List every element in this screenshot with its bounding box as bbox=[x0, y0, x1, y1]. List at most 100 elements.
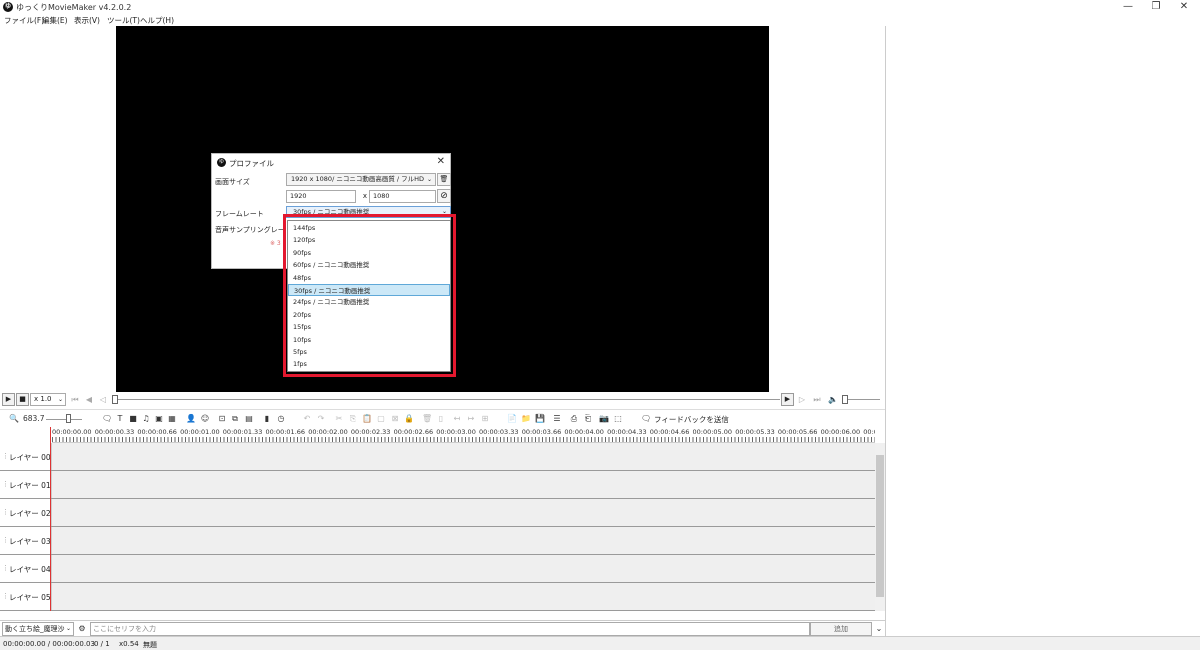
scrollbar-thumb[interactable] bbox=[876, 455, 884, 597]
sampling-rate-label: 音声サンプリングレート bbox=[215, 226, 292, 234]
character-select[interactable]: 動く立ち絵_魔理沙 ⌄ bbox=[2, 622, 74, 636]
layer-header[interactable]: ⋮ レイヤー 05 bbox=[0, 583, 52, 610]
menu-file[interactable]: ファイル(F) bbox=[4, 15, 44, 26]
timeline-ruler[interactable]: 00:00:00.00 00:00:00.33 00:00:00.66 00:0… bbox=[52, 427, 875, 443]
drag-handle-icon[interactable]: ⋮ bbox=[2, 536, 9, 544]
align-icon[interactable]: ▯ bbox=[436, 413, 446, 424]
settings-sliders-icon[interactable]: ☰ bbox=[552, 413, 562, 424]
export-icon[interactable]: ⎙ bbox=[569, 413, 579, 424]
close-icon[interactable]: ✕ bbox=[437, 156, 445, 167]
delete-profile-button[interactable]: 🗑 bbox=[437, 173, 451, 186]
group-icon[interactable]: ⊡ bbox=[217, 413, 227, 424]
speed-select[interactable]: x 1.0 ⌄ bbox=[30, 393, 66, 406]
menu-edit[interactable]: 編集(E) bbox=[42, 15, 68, 26]
minimize-button[interactable]: — bbox=[1114, 0, 1142, 14]
next-frame-button[interactable]: ▶ bbox=[781, 393, 794, 406]
layer-track[interactable] bbox=[52, 555, 875, 582]
new-file-icon[interactable]: 📄 bbox=[507, 413, 517, 424]
tick-label: 00:00:02.00 bbox=[308, 428, 348, 436]
clip-icon[interactable]: ▮ bbox=[262, 413, 272, 424]
add-button[interactable]: 追加 bbox=[810, 622, 872, 636]
volume-thumb[interactable] bbox=[842, 395, 848, 404]
play-button[interactable]: ▶ bbox=[2, 393, 15, 406]
redo-icon[interactable]: ↷ bbox=[316, 413, 326, 424]
clock-icon[interactable]: ◷ bbox=[276, 413, 286, 424]
layer-row: ⋮ レイヤー 00 bbox=[0, 443, 875, 471]
skip-end-icon[interactable]: ⏭ bbox=[812, 394, 822, 405]
menu-view[interactable]: 表示(V) bbox=[74, 15, 100, 26]
shape-icon[interactable]: ▦ bbox=[167, 413, 177, 424]
seek-bar[interactable] bbox=[112, 399, 780, 400]
face-icon[interactable]: ☺ bbox=[200, 413, 210, 424]
step-back-icon[interactable]: ◁ bbox=[98, 394, 108, 405]
copy-icon[interactable]: ⎘ bbox=[348, 413, 358, 424]
zoom-slider[interactable] bbox=[46, 419, 82, 420]
prev-frame-icon[interactable]: ◀ bbox=[84, 394, 94, 405]
layer-header[interactable]: ⋮ レイヤー 04 bbox=[0, 555, 52, 582]
width-input[interactable]: 1920 bbox=[286, 190, 356, 203]
lock-icon[interactable]: 🔒 bbox=[404, 413, 414, 424]
undo-icon[interactable]: ↶ bbox=[302, 413, 312, 424]
chevron-down-icon[interactable]: ⌄ bbox=[874, 623, 884, 634]
menu-tools[interactable]: ツール(T) bbox=[107, 15, 140, 26]
playhead[interactable] bbox=[50, 427, 51, 611]
copy-layer-icon[interactable]: ⧉ bbox=[230, 413, 240, 424]
playback-controls: ▶ ■ x 1.0 ⌄ ⏮ ◀ ◁ ▶ ▷ ⏭ 🔈 bbox=[0, 392, 885, 407]
drag-handle-icon[interactable]: ⋮ bbox=[2, 592, 9, 600]
close-window-button[interactable]: ✕ bbox=[1170, 0, 1198, 14]
layer-track[interactable] bbox=[52, 527, 875, 554]
app-logo-icon: ゆ bbox=[217, 158, 226, 167]
cut-icon[interactable]: ✂ bbox=[334, 413, 344, 424]
menu-help[interactable]: ヘルプ(H) bbox=[140, 15, 174, 26]
voice-settings-icon[interactable]: ⚙ bbox=[77, 623, 87, 634]
snapshot-icon[interactable]: ⬚ bbox=[613, 413, 623, 424]
serif-input[interactable]: ここにセリフを入力 bbox=[90, 622, 810, 636]
screen-size-select[interactable]: 1920 x 1080/ ニコニコ動画高画質 / フルHD ⌄ bbox=[286, 173, 436, 186]
skip-start-icon[interactable]: ⏮ bbox=[70, 394, 80, 405]
layer-track[interactable] bbox=[52, 583, 875, 610]
save-icon[interactable]: 💾 bbox=[535, 413, 545, 424]
layer-header[interactable]: ⋮ レイヤー 03 bbox=[0, 527, 52, 554]
camera-icon[interactable]: 📷 bbox=[599, 413, 609, 424]
tick-label: 00:00:01.33 bbox=[222, 428, 263, 436]
layer-track[interactable] bbox=[52, 471, 875, 498]
seek-thumb[interactable] bbox=[112, 395, 118, 404]
delete-icon[interactable]: 🗑 bbox=[422, 413, 432, 424]
move-right-icon[interactable]: ↦ bbox=[466, 413, 476, 424]
aspect-unlink-icon[interactable]: ⊘ bbox=[437, 189, 451, 203]
maximize-button[interactable]: ❐ bbox=[1142, 0, 1170, 14]
move-left-icon[interactable]: ↤ bbox=[452, 413, 462, 424]
video-icon[interactable]: ■ bbox=[128, 413, 138, 424]
paste-icon[interactable]: 📋 bbox=[362, 413, 372, 424]
volume-icon[interactable]: 🔈 bbox=[828, 394, 838, 405]
image-icon[interactable]: ▣ bbox=[154, 413, 164, 424]
layer-header[interactable]: ⋮ レイヤー 00 bbox=[0, 443, 52, 470]
menu-bar: ファイル(F) 編集(E) 表示(V) ツール(T) ヘルプ(H) bbox=[0, 14, 1200, 26]
step-forward-icon[interactable]: ▷ bbox=[797, 394, 807, 405]
speed-value: x 1.0 bbox=[34, 395, 52, 403]
layer-track[interactable] bbox=[52, 499, 875, 526]
drag-handle-icon[interactable]: ⋮ bbox=[2, 564, 9, 572]
drag-handle-icon[interactable]: ⋮ bbox=[2, 480, 9, 488]
music-icon[interactable]: ♫ bbox=[141, 413, 151, 424]
character-icon[interactable]: 👤 bbox=[186, 413, 196, 424]
layer-header[interactable]: ⋮ レイヤー 02 bbox=[0, 499, 52, 526]
grid-icon[interactable]: ▤ bbox=[244, 413, 254, 424]
text-icon[interactable]: T bbox=[115, 413, 125, 424]
feedback-button[interactable]: フィードバックを送信 bbox=[654, 414, 729, 425]
drag-handle-icon[interactable]: ⋮ bbox=[2, 508, 9, 516]
paste-special-icon[interactable]: ▢ bbox=[376, 413, 386, 424]
comment-icon[interactable]: 🗨 bbox=[102, 413, 112, 424]
layer-header[interactable]: ⋮ レイヤー 01 bbox=[0, 471, 52, 498]
zoom-thumb[interactable] bbox=[66, 414, 71, 423]
adjust-icon[interactable]: ⊞ bbox=[480, 413, 490, 424]
open-folder-icon[interactable]: 📁 bbox=[521, 413, 531, 424]
timeline-scrollbar[interactable] bbox=[875, 443, 885, 611]
feedback-icon[interactable]: 🗨 bbox=[641, 413, 651, 424]
drag-handle-icon[interactable]: ⋮ bbox=[2, 452, 9, 460]
export-audio-icon[interactable]: ⎗ bbox=[583, 413, 593, 424]
split-icon[interactable]: ⊠ bbox=[390, 413, 400, 424]
layer-track[interactable] bbox=[52, 443, 875, 470]
stop-button[interactable]: ■ bbox=[16, 393, 29, 406]
height-input[interactable]: 1080 bbox=[369, 190, 436, 203]
